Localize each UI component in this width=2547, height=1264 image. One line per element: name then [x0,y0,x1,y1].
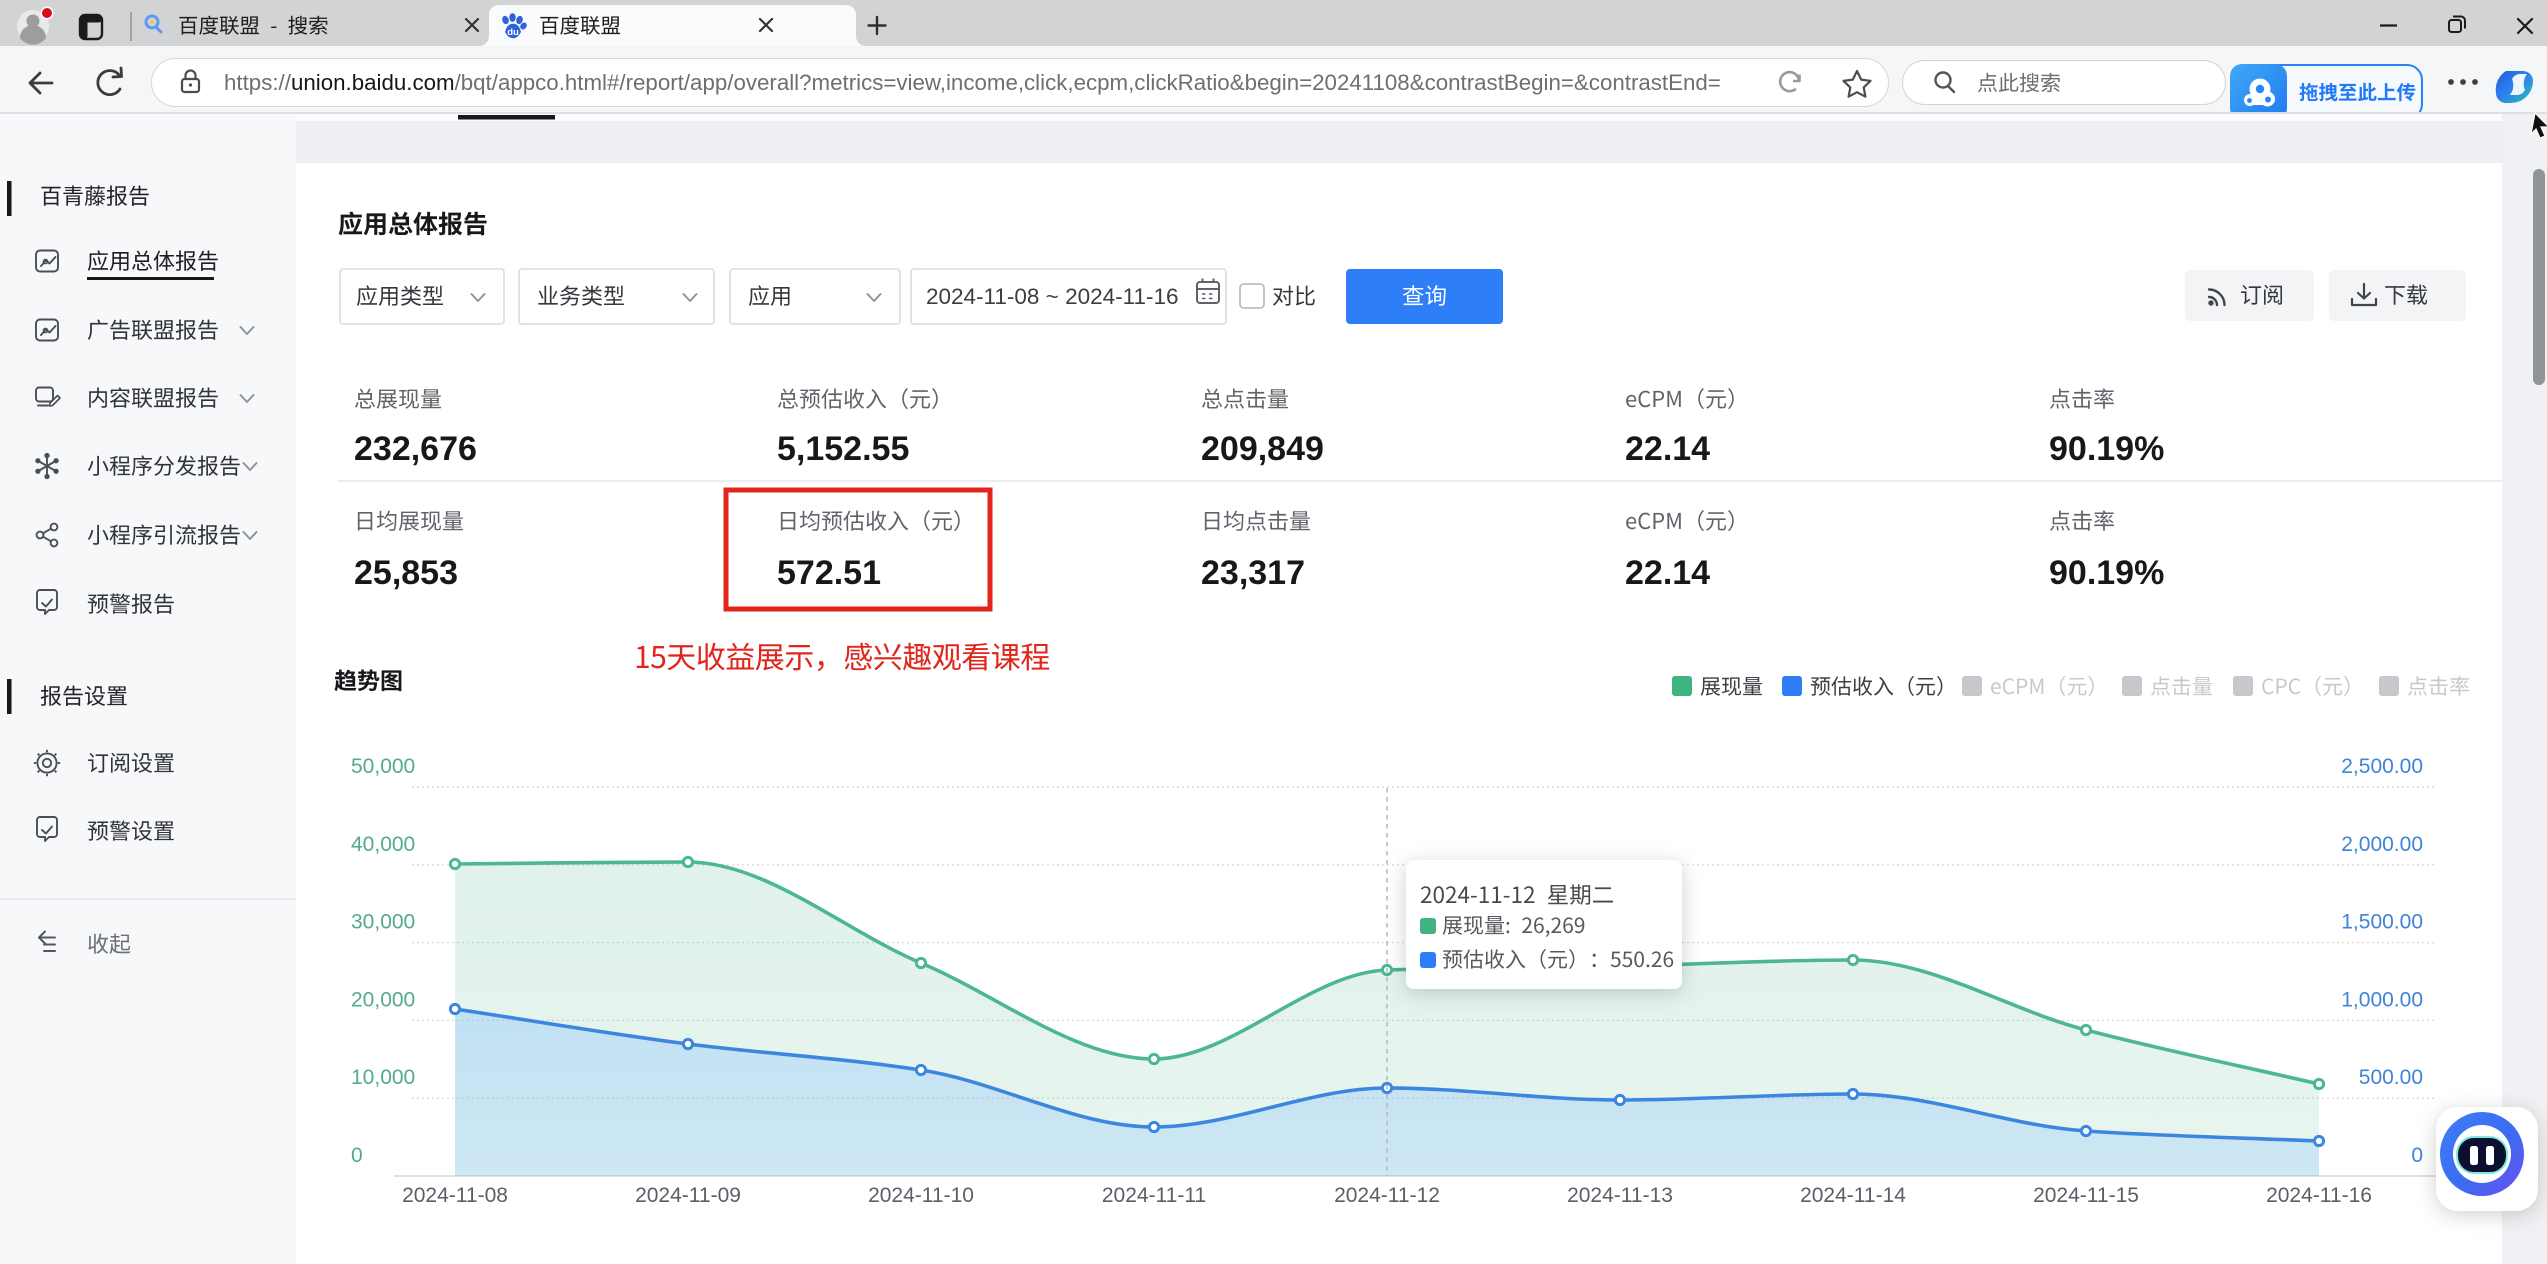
svg-text:2024-11-11: 2024-11-11 [1102,1184,1206,1207]
svg-text:2024-11-08: 2024-11-08 [402,1184,508,1207]
svg-text:90.19%: 90.19% [2049,430,2164,468]
svg-text:2024-11-08 ~ 2024-11-16: 2024-11-08 ~ 2024-11-16 [926,284,1179,309]
svg-text:2024-11-16: 2024-11-16 [2266,1184,2372,1207]
svg-text:90.19%: 90.19% [2049,554,2164,592]
svg-text:22.14: 22.14 [1625,554,1710,592]
svg-text:572.51: 572.51 [777,554,881,592]
svg-text:https://union.baidu.com/bqt/ap: https://union.baidu.com/bqt/appco.html#/… [224,70,1721,95]
svg-text:1,500.00: 1,500.00 [2341,911,2423,934]
svg-text:5,152.55: 5,152.55 [777,430,909,468]
svg-text:209,849: 209,849 [1201,430,1324,468]
svg-text:20,000: 20,000 [351,988,415,1011]
svg-text:0: 0 [351,1144,363,1167]
svg-text:0: 0 [2411,1144,2423,1167]
svg-text:22.14: 22.14 [1625,430,1710,468]
svg-text:du: du [507,27,519,38]
svg-text:2024-11-15: 2024-11-15 [2033,1184,2139,1207]
svg-text:2024-11-09: 2024-11-09 [635,1184,741,1207]
svg-text:2024-11-13: 2024-11-13 [1567,1184,1673,1207]
svg-text:23,317: 23,317 [1201,554,1305,592]
svg-text:30,000: 30,000 [351,911,415,934]
svg-text:50,000: 50,000 [351,755,415,778]
svg-text:1,000.00: 1,000.00 [2341,988,2423,1011]
svg-text:2,500.00: 2,500.00 [2341,755,2423,778]
svg-text:2024-11-14: 2024-11-14 [1800,1184,1906,1207]
svg-text:10,000: 10,000 [351,1066,415,1089]
svg-text:232,676: 232,676 [354,430,477,468]
svg-text:500.00: 500.00 [2359,1066,2423,1089]
svg-text:2024-11-12: 2024-11-12 [1334,1184,1440,1207]
svg-text:2024-11-10: 2024-11-10 [868,1184,974,1207]
svg-text:2,000.00: 2,000.00 [2341,833,2423,856]
svg-text:25,853: 25,853 [354,554,458,592]
svg-text:40,000: 40,000 [351,833,415,856]
